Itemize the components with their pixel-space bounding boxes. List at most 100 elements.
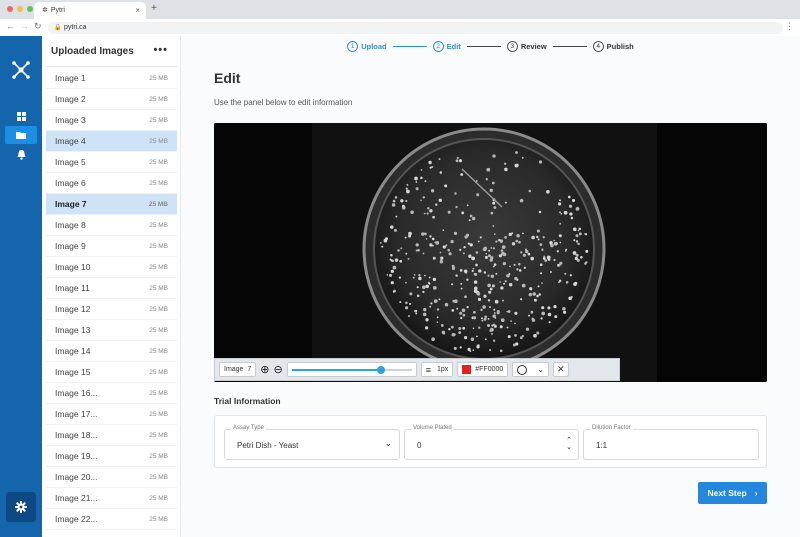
notifications-nav-item[interactable] <box>0 146 42 164</box>
step-edit[interactable]: 2 Edit <box>432 40 461 52</box>
image-list-item[interactable]: Image 22... 25 MB <box>46 509 177 530</box>
image-list-item[interactable]: Image 10 25 MB <box>46 257 177 278</box>
browser-menu-icon[interactable]: ⋮ <box>785 21 794 32</box>
colony-dot <box>444 302 449 307</box>
image-list-item[interactable]: Image 15 25 MB <box>46 362 177 383</box>
minimize-window-button[interactable] <box>17 6 23 12</box>
image-list-item[interactable]: Image 21... 25 MB <box>46 488 177 509</box>
colony-dot <box>486 323 491 328</box>
more-options-icon[interactable]: ••• <box>153 44 168 56</box>
colony-dot <box>541 306 545 310</box>
image-list-item[interactable]: Image 19... 25 MB <box>46 446 177 467</box>
step-label: Upload <box>361 41 387 51</box>
image-list-item[interactable]: Image 13 25 MB <box>46 320 177 341</box>
image-list-item[interactable]: Image 1 25 MB <box>46 68 177 89</box>
close-toolbar-button[interactable]: ✕ <box>553 362 569 377</box>
image-name: Image 14 <box>55 346 91 356</box>
tab-close-icon[interactable]: × <box>135 2 140 19</box>
image-list-item[interactable]: Image 18... 25 MB <box>46 425 177 446</box>
image-toolbar: Image 7 ⊕ ⊖ ≡ 1px #FF0000 ⌄ ✕ <box>214 358 620 381</box>
slider-knob[interactable] <box>376 366 385 374</box>
colony-dot <box>436 308 440 311</box>
image-list-item[interactable]: Image 11 25 MB <box>46 278 177 299</box>
image-number-box[interactable]: Image 7 <box>219 362 257 377</box>
next-step-button[interactable]: Next Step › <box>698 482 767 504</box>
image-list-item[interactable]: Image 12 25 MB <box>46 299 177 320</box>
image-list-item[interactable]: Image 6 25 MB <box>46 173 177 194</box>
colony-dot <box>482 305 486 309</box>
stroke-width-select[interactable]: ≡ 1px <box>420 362 454 377</box>
colony-dot <box>428 276 431 279</box>
image-list-item[interactable]: Image 14 25 MB <box>46 341 177 362</box>
color-picker[interactable]: #FF0000 <box>457 362 509 377</box>
image-list-item[interactable]: Image 20... 25 MB <box>46 467 177 488</box>
image-size: 25 MB <box>149 431 168 439</box>
image-list-item[interactable]: Image 16... 25 MB <box>46 383 177 404</box>
colony-dot <box>460 282 463 285</box>
new-tab-button[interactable]: + <box>151 3 157 14</box>
colony-dot <box>475 251 479 254</box>
colony-dot <box>542 236 545 239</box>
browser-tab[interactable]: ✲ Pytri × <box>34 2 146 19</box>
reload-icon[interactable]: ↻ <box>34 21 42 32</box>
image-list-item[interactable]: Image 8 25 MB <box>46 215 177 236</box>
settings-button[interactable] <box>6 492 36 522</box>
colony-dot <box>477 240 480 243</box>
assay-type-value: Petri Dish - Yeast <box>237 441 299 450</box>
shape-select[interactable]: ⌄ <box>512 362 549 377</box>
colony-dot <box>494 312 496 314</box>
colony-dot <box>536 235 539 239</box>
image-list-item[interactable]: Image 9 25 MB <box>46 236 177 257</box>
colony-dot <box>423 212 426 215</box>
colony-dot <box>429 305 432 308</box>
image-list-item[interactable]: Image 2 25 MB <box>46 89 177 110</box>
colony-dot <box>473 316 477 320</box>
stepper-arrows-icon[interactable]: ⌃ ⌄ <box>566 437 572 451</box>
colony-dot <box>409 302 412 305</box>
image-list-item[interactable]: Image 3 25 MB <box>46 110 177 131</box>
colony-dot <box>405 281 407 284</box>
zoom-out-icon[interactable]: ⊖ <box>273 363 282 376</box>
colony-dot <box>558 264 561 267</box>
colony-dot <box>529 287 533 291</box>
step-upload[interactable]: 1 Upload <box>347 40 387 52</box>
colony-dot <box>422 290 425 294</box>
colony-dot <box>489 349 492 352</box>
colony-dot <box>391 203 396 207</box>
zoom-slider[interactable] <box>286 362 417 377</box>
image-list-item[interactable]: Image 17... 25 MB <box>46 404 177 425</box>
zoom-in-icon[interactable]: ⊕ <box>260 363 269 376</box>
image-list-item[interactable]: Image 5 25 MB <box>46 152 177 173</box>
network-logo-icon[interactable] <box>11 60 31 80</box>
colony-dot <box>451 266 456 270</box>
close-window-button[interactable] <box>7 6 13 12</box>
colony-dot <box>451 333 456 337</box>
colony-dot <box>540 317 543 320</box>
image-viewer[interactable] <box>214 123 767 382</box>
forward-arrow-icon[interactable]: → <box>20 21 29 31</box>
colony-dot <box>489 306 491 309</box>
dashboard-nav-item[interactable] <box>0 107 42 125</box>
assay-type-select[interactable]: Assay Type Petri Dish - Yeast ⌄ <box>224 425 400 460</box>
image-list-item[interactable]: Image 4 25 MB <box>46 131 177 152</box>
colony-dot <box>562 307 566 311</box>
volume-plated-field[interactable]: Volume Plated 0 ⌃ ⌄ <box>404 425 579 460</box>
colony-dot <box>518 240 521 244</box>
colony-dot <box>418 274 421 277</box>
colony-dot <box>487 299 491 302</box>
image-list-item[interactable]: Image 7 25 MB <box>46 194 177 215</box>
colony-dot <box>509 265 511 268</box>
address-bar[interactable]: 🔒 pytri.ca <box>48 22 783 34</box>
step-review[interactable]: 3 Review <box>506 40 547 52</box>
step-publish[interactable]: 4 Publish <box>592 40 634 52</box>
colony-dot <box>405 199 408 203</box>
colony-dot <box>451 283 454 286</box>
maximize-window-button[interactable] <box>27 6 33 12</box>
dilution-factor-field[interactable]: Dilution Factor 1:1 <box>583 425 759 460</box>
colony-dot <box>454 299 458 304</box>
image-name: Image 21... <box>55 493 98 503</box>
nav-rail <box>0 36 42 537</box>
colony-dot <box>455 205 458 209</box>
folder-nav-item[interactable] <box>5 126 37 144</box>
back-arrow-icon[interactable]: ← <box>6 21 15 31</box>
